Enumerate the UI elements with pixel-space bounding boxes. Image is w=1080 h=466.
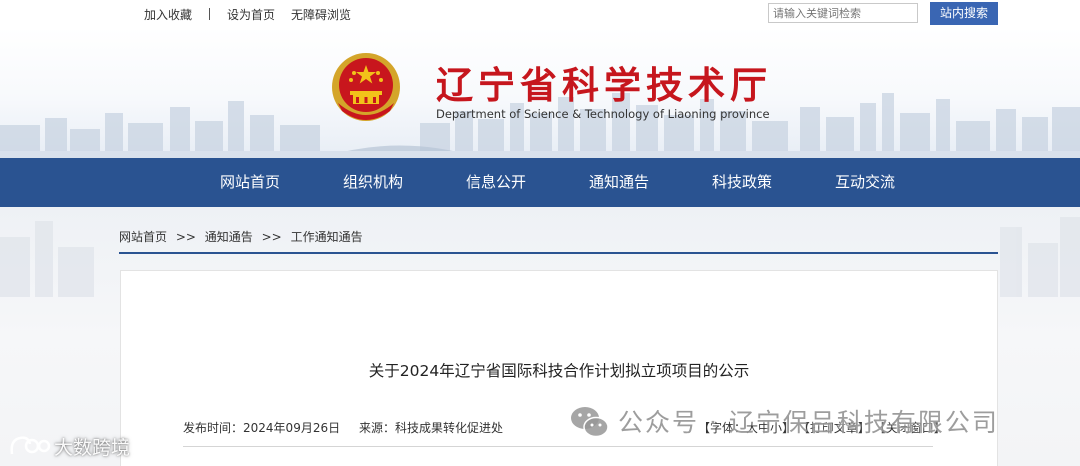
wechat-watermark-text: 公众号 · 辽宁保吕科技有限公司 xyxy=(618,408,999,437)
breadcrumb-home[interactable]: 网站首页 xyxy=(119,230,167,244)
article-source: 来源：科技成果转化促进处 xyxy=(359,419,503,436)
site-header: 辽宁省科学技术厅 Department of Science & Technol… xyxy=(0,28,1080,158)
wechat-icon xyxy=(571,407,609,438)
accessibility-link[interactable]: 无障碍浏览 xyxy=(291,6,351,23)
source-label: 来源： xyxy=(359,421,396,435)
set-homepage-link[interactable]: 设为首页 xyxy=(227,6,275,23)
nav-item-interaction[interactable]: 互动交流 xyxy=(835,158,895,207)
add-favorite-link[interactable]: 加入收藏 xyxy=(144,6,192,23)
breadcrumb-notices[interactable]: 通知通告 xyxy=(205,230,253,244)
search-button[interactable]: 站内搜索 xyxy=(930,2,998,25)
meta-divider xyxy=(183,446,933,447)
breadcrumb-separator: >> xyxy=(261,230,282,244)
site-subtitle: Department of Science & Technology of Li… xyxy=(436,107,770,121)
article-title: 关于2024年辽宁省国际科技合作计划拟立项项目的公示 xyxy=(368,362,750,380)
divider xyxy=(209,8,210,20)
nav-item-home[interactable]: 网站首页 xyxy=(220,158,280,207)
site-title: 辽宁省科学技术厅 xyxy=(436,64,772,107)
top-utility-bar: 加入收藏 设为首页 无障碍浏览 站内搜索 xyxy=(0,0,1080,28)
publish-time: 发布时间：2024年09月26日 xyxy=(183,419,340,436)
main-nav: 网站首页 组织机构 信息公开 通知通告 科技政策 互动交流 xyxy=(0,158,1080,207)
breadcrumb-work-notices[interactable]: 工作通知通告 xyxy=(291,230,363,244)
brand-logo-icon xyxy=(10,436,51,455)
search-input[interactable] xyxy=(768,3,918,23)
source-value: 科技成果转化促进处 xyxy=(395,421,504,435)
breadcrumb-divider xyxy=(119,252,998,254)
publish-date: 2024年09月26日 xyxy=(243,421,341,435)
publish-label: 发布时间： xyxy=(183,421,244,435)
nav-item-info-disclosure[interactable]: 信息公开 xyxy=(466,158,526,207)
nav-item-notices[interactable]: 通知通告 xyxy=(589,158,649,207)
brand-watermark-text: 大数跨境 xyxy=(54,437,131,459)
nav-item-policy[interactable]: 科技政策 xyxy=(712,158,772,207)
national-emblem-icon xyxy=(332,53,400,121)
nav-item-organization[interactable]: 组织机构 xyxy=(343,158,403,207)
breadcrumb: 网站首页 >> 通知通告 >> 工作通知通告 xyxy=(119,228,363,245)
breadcrumb-separator: >> xyxy=(175,230,196,244)
